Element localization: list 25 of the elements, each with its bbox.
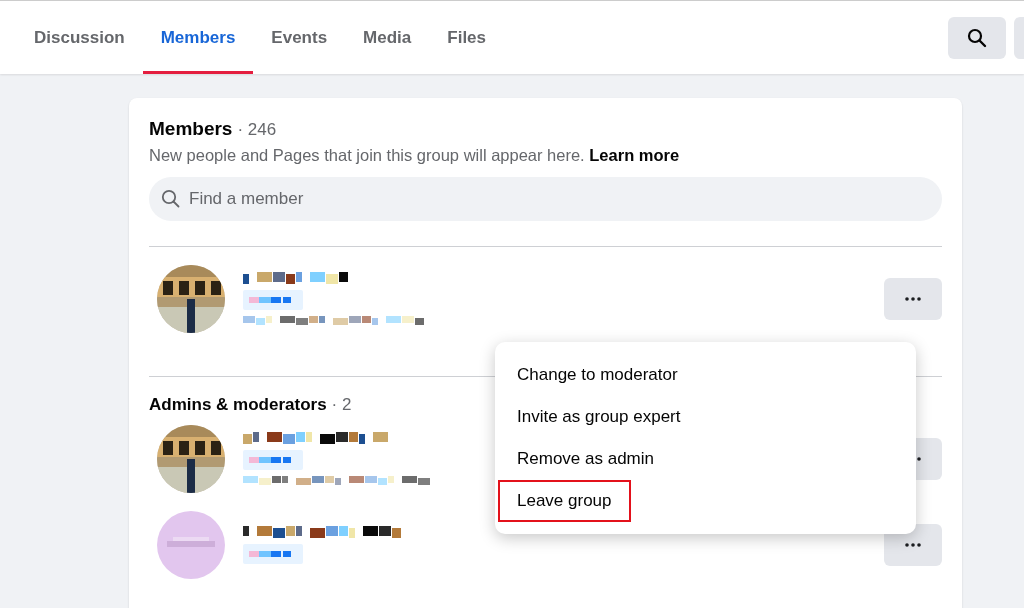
tab[interactable]: Members xyxy=(142,1,254,74)
members-description: New people and Pages that join this group will appear here. Learn more xyxy=(149,146,681,165)
member-count: · 246 xyxy=(237,120,277,140)
tab[interactable]: Media xyxy=(345,1,430,74)
menu-item[interactable]: Invite as group expert xyxy=(498,396,700,438)
pixelated-badge-drawing xyxy=(243,544,303,564)
more-icon xyxy=(905,543,921,547)
menu-item[interactable]: Leave group xyxy=(498,480,631,522)
tab[interactable]: Events xyxy=(253,1,346,74)
search-button[interactable] xyxy=(948,16,1006,59)
search-icon xyxy=(161,189,181,209)
menu-item[interactable]: Remove as admin xyxy=(498,438,673,480)
members-heading: Members xyxy=(149,118,233,140)
search-icon xyxy=(967,27,987,48)
search-field[interactable]: Find a member xyxy=(149,177,942,221)
pixelated-badge-drawing xyxy=(243,290,303,310)
section-heading: Admins & moderators xyxy=(149,395,327,415)
more-button[interactable] xyxy=(884,278,942,320)
section-count: · 2 xyxy=(331,395,352,415)
learn-more-link[interactable]: Learn more xyxy=(589,146,680,164)
tab[interactable]: Files xyxy=(429,1,505,74)
more-icon xyxy=(905,297,921,301)
tab[interactable]: Discussion xyxy=(16,1,143,74)
pixelated-badge-drawing xyxy=(243,450,303,470)
menu-item[interactable]: Change to moderator xyxy=(498,354,697,396)
